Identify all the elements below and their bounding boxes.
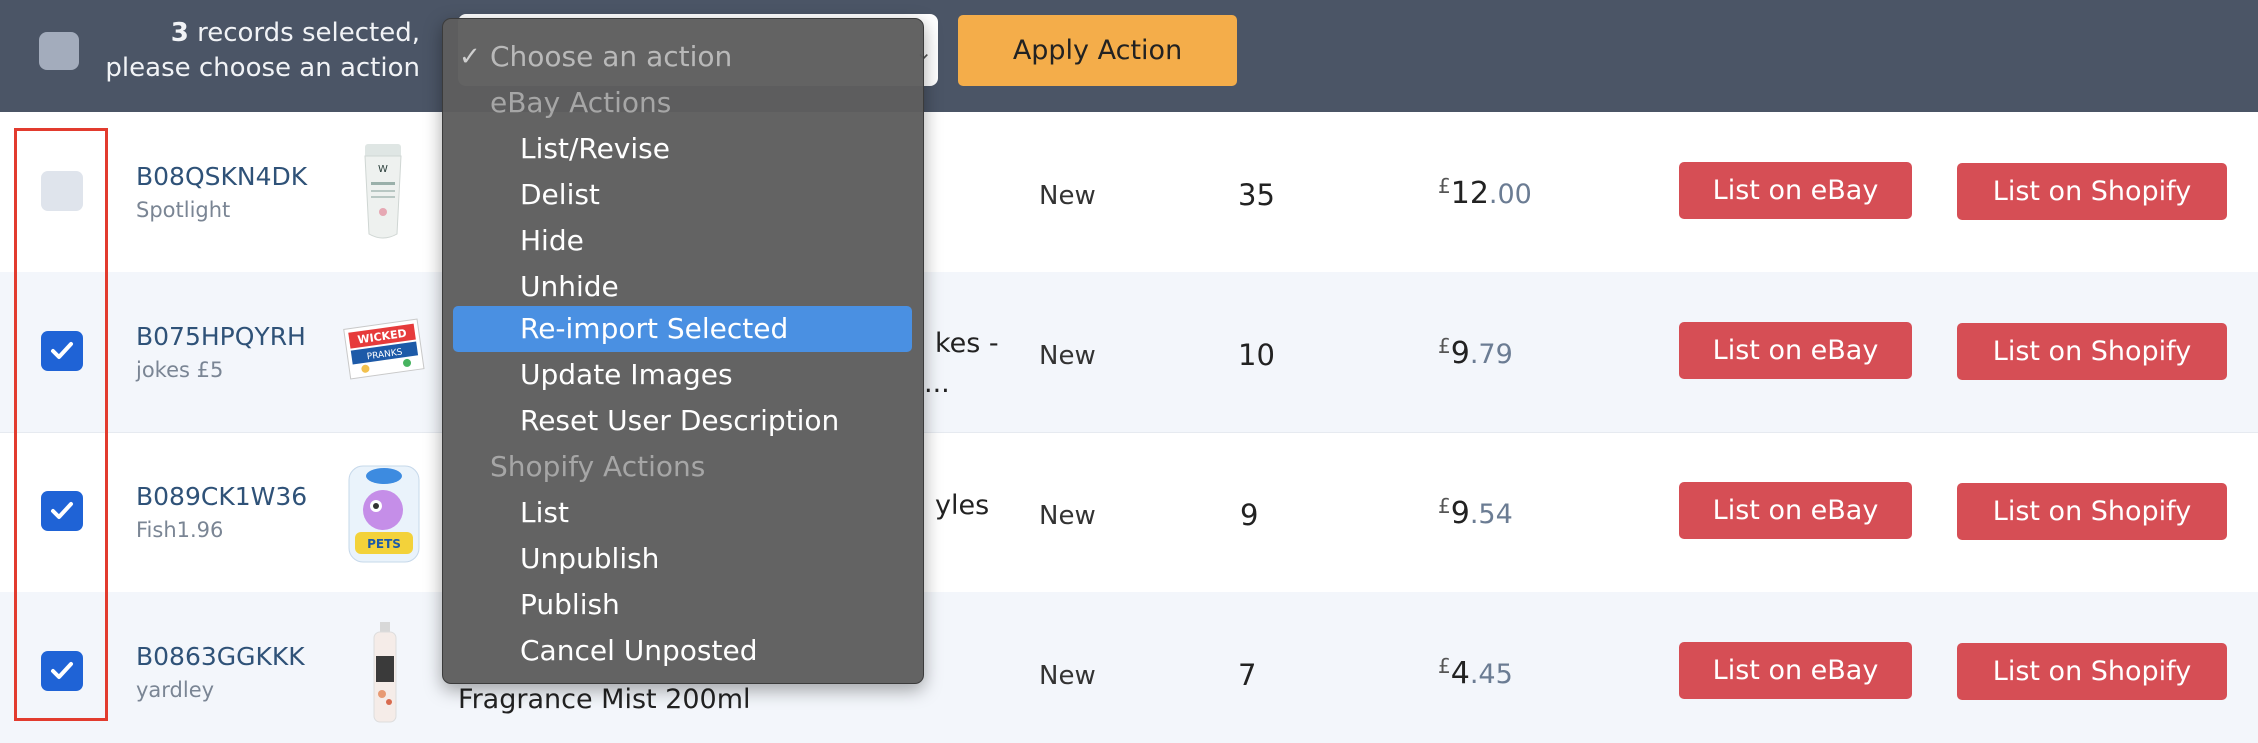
menu-group-label: eBay Actions [490,86,672,119]
menu-item-list-revise[interactable]: List/Revise [443,126,923,172]
row-quantity: 7 [1238,658,1257,692]
row-price: £9.79 [1438,334,1513,371]
price-currency: £ [1438,334,1451,358]
row-quantity: 35 [1238,178,1275,212]
svg-text:PETS: PETS [367,537,401,551]
menu-item-placeholder[interactable]: ✓ Choose an action [443,34,923,80]
annotation-highlight-box [14,128,108,721]
price-decimal: .79 [1469,339,1513,370]
menu-item-label: Cancel Unposted [520,634,758,667]
price-integer: 9 [1450,496,1470,531]
menu-group-shopify: Shopify Actions [443,444,923,490]
menu-item-update-images[interactable]: Update Images [443,352,923,398]
row-title-line2: ... [924,368,950,399]
svg-text:W: W [378,164,388,175]
menu-item-list[interactable]: List [443,490,923,536]
list-on-ebay-button[interactable]: List on eBay [1679,162,1912,219]
row-sku: B0863GGKKK [136,642,305,671]
bulk-action-bar: 3 records selected, please choose an act… [0,0,2258,112]
row-subtitle: Spotlight [136,198,231,222]
price-currency: £ [1438,494,1451,518]
list-on-ebay-button[interactable]: List on eBay [1679,642,1912,699]
row-price: £9.54 [1438,494,1513,531]
price-integer: 4 [1450,656,1470,691]
price-integer: 9 [1450,336,1470,371]
list-on-shopify-button[interactable]: List on Shopify [1957,643,2227,700]
selected-text-line1: records selected, [188,18,420,48]
menu-item-label: Publish [520,588,620,621]
list-on-ebay-button[interactable]: List on eBay [1679,482,1912,539]
price-decimal: .45 [1469,659,1513,690]
row-sku: B075HPQYRH [136,322,306,351]
menu-item-label: Choose an action [490,40,733,73]
product-thumbnail: PETS [345,462,423,570]
menu-item-reset-user-description[interactable]: Reset User Description [443,398,923,444]
checkmark-icon: ✓ [459,42,481,72]
price-decimal: .00 [1488,179,1532,210]
row-sku: B089CK1W36 [136,482,308,511]
list-on-shopify-button[interactable]: List on Shopify [1957,163,2227,220]
row-title-line2: Fragrance Mist 200ml [458,684,751,715]
row-subtitle: Fish1.96 [136,518,224,542]
menu-item-label: List [520,496,569,529]
price-decimal: .54 [1469,499,1513,530]
menu-item-unpublish[interactable]: Unpublish [443,536,923,582]
price-currency: £ [1438,174,1451,198]
selection-status: 3 records selected, please choose an act… [100,16,420,86]
menu-item-label: List/Revise [520,132,670,165]
menu-item-delist[interactable]: Delist [443,172,923,218]
row-condition: New [1039,181,1096,211]
price-integer: 12 [1450,176,1489,211]
table-row: B0863GGKKK yardley Fragrance Mist 200ml … [0,592,2258,743]
table-row: B089CK1W36 Fish1.96 PETS yles New 9 £9.5… [0,432,2258,593]
menu-item-unhide[interactable]: Unhide [443,264,923,310]
menu-item-label: Reset User Description [520,404,840,437]
row-subtitle: yardley [136,678,215,702]
row-quantity: 9 [1240,498,1259,532]
row-quantity: 10 [1238,338,1275,372]
product-thumbnail [370,622,400,730]
menu-group-label: Shopify Actions [490,450,706,483]
menu-item-cancel-unposted[interactable]: Cancel Unposted [443,628,923,674]
product-thumbnail: W [360,142,406,246]
select-all-checkbox[interactable] [39,32,79,70]
selected-text-line2: please choose an action [105,53,420,83]
list-on-shopify-button[interactable]: List on Shopify [1957,483,2227,540]
row-subtitle: jokes £5 [136,358,224,382]
price-currency: £ [1438,654,1451,678]
menu-item-label: Hide [520,224,584,257]
row-price: £12.00 [1438,174,1532,211]
menu-item-label: Update Images [520,358,733,391]
menu-item-hide[interactable]: Hide [443,218,923,264]
selected-count: 3 [170,18,189,48]
menu-item-publish[interactable]: Publish [443,582,923,628]
row-price: £4.45 [1438,654,1513,691]
menu-item-label: Delist [520,178,600,211]
row-condition: New [1039,661,1096,691]
table-row: B08QSKN4DK Spotlight W New 35 £12.00 Lis… [0,112,2258,273]
menu-item-reimport-selected[interactable]: Re-import Selected [443,306,923,352]
list-on-shopify-button[interactable]: List on Shopify [1957,323,2227,380]
row-title-line1: yles [935,490,990,521]
row-title-line1: kes - [935,328,999,359]
apply-action-button[interactable]: Apply Action [958,15,1237,86]
menu-item-label: Unpublish [520,542,660,575]
row-condition: New [1039,501,1096,531]
product-thumbnail: WICKED PRANKS [343,318,425,386]
action-dropdown-menu: ✓ Choose an action eBay Actions List/Rev… [442,18,924,684]
row-condition: New [1039,341,1096,371]
row-sku: B08QSKN4DK [136,162,308,191]
table-row: B075HPQYRH jokes £5 WICKED PRANKS kes - … [0,272,2258,433]
menu-group-ebay: eBay Actions [443,80,923,126]
menu-item-label: Unhide [520,270,619,303]
list-on-ebay-button[interactable]: List on eBay [1679,322,1912,379]
menu-item-label: Re-import Selected [520,312,789,345]
